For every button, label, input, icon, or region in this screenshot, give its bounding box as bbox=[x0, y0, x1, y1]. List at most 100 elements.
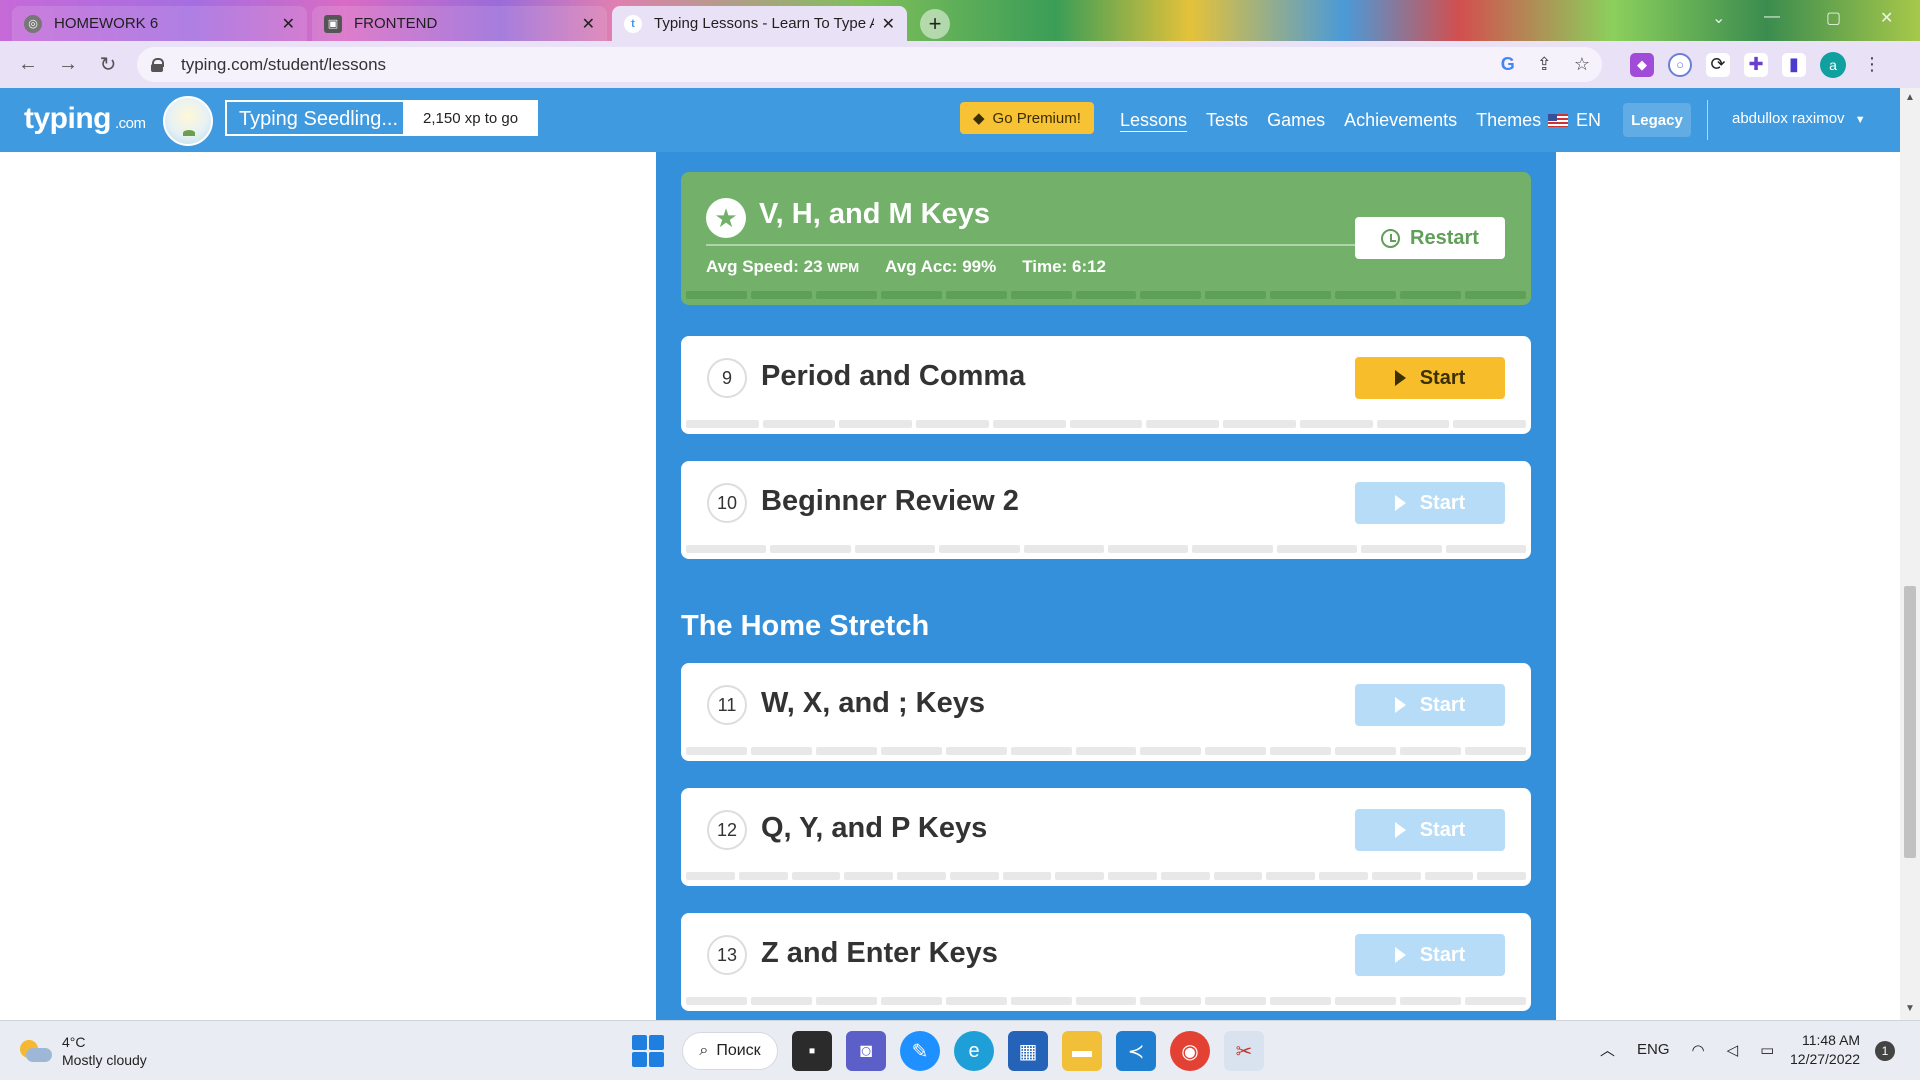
chevron-up-icon[interactable]: ︿ bbox=[1600, 1039, 1615, 1060]
username[interactable]: abdullox raximov bbox=[1732, 110, 1845, 127]
share-icon[interactable]: ⇪ bbox=[1537, 54, 1552, 75]
progress-segment bbox=[1465, 747, 1526, 755]
typing-logo[interactable]: typing .com bbox=[24, 102, 146, 136]
battery-icon[interactable]: ▭ bbox=[1760, 1041, 1774, 1059]
lesson-title[interactable]: V, H, and M Keys bbox=[759, 198, 990, 231]
progress-segment bbox=[762, 420, 836, 428]
progress-segment bbox=[1108, 545, 1189, 553]
lesson-progress bbox=[686, 420, 1527, 428]
user-avatar[interactable] bbox=[163, 96, 213, 146]
progress-segment bbox=[750, 997, 812, 1005]
user-menu[interactable]: abdullox raximov ▼ bbox=[1732, 110, 1866, 127]
teams-chat-icon[interactable]: ◙ bbox=[846, 1031, 886, 1071]
progress-segment bbox=[1075, 747, 1137, 755]
start-button[interactable]: Start bbox=[1355, 934, 1505, 976]
lesson-card-12[interactable]: 12 Q, Y, and P Keys Start bbox=[681, 788, 1531, 886]
microsoft-store-icon[interactable]: ▦ bbox=[1008, 1031, 1048, 1071]
address-bar[interactable]: typing.com/student/lessons G ⇪ ☆ bbox=[137, 47, 1602, 82]
maximize-icon[interactable]: ▢ bbox=[1826, 8, 1841, 28]
logo-suffix[interactable]: .com bbox=[115, 115, 146, 132]
scroll-down-icon[interactable]: ▼ bbox=[1905, 1003, 1915, 1014]
legacy-button[interactable]: Legacy bbox=[1623, 103, 1691, 137]
bookmark-star-icon[interactable]: ☆ bbox=[1574, 54, 1590, 75]
lesson-card-13[interactable]: 13 Z and Enter Keys Start bbox=[681, 913, 1531, 1011]
go-premium-button[interactable]: ◆ Go Premium! bbox=[960, 102, 1094, 134]
menu-kebab-icon[interactable]: ⋮ bbox=[1860, 53, 1884, 77]
start-button[interactable]: Start bbox=[1355, 684, 1505, 726]
extension-icon[interactable]: ◆ bbox=[1630, 52, 1654, 77]
restart-button[interactable]: Restart bbox=[1355, 217, 1505, 259]
nav-tests[interactable]: Tests bbox=[1206, 110, 1248, 131]
vscode-icon[interactable]: ≺ bbox=[1116, 1031, 1156, 1071]
taskbar-search[interactable]: ⌕ Поиск bbox=[682, 1032, 778, 1070]
volume-icon[interactable]: ◁ bbox=[1727, 1041, 1739, 1059]
snipping-tool-icon[interactable]: ✂ bbox=[1224, 1031, 1264, 1071]
nav-achievements[interactable]: Achievements bbox=[1344, 110, 1457, 131]
lesson-number: 9 bbox=[707, 358, 747, 398]
puzzle-icon[interactable]: ✚ bbox=[1744, 52, 1768, 77]
nav-games[interactable]: Games bbox=[1267, 110, 1325, 131]
lesson-title[interactable]: Period and Comma bbox=[761, 360, 1025, 393]
browser-tab-frontend[interactable]: ▣ FRONTEND ✕ bbox=[312, 6, 607, 41]
caret-down-icon[interactable]: ▼ bbox=[1855, 114, 1866, 126]
scroll-thumb[interactable] bbox=[1904, 586, 1916, 858]
nav-themes[interactable]: Themes bbox=[1476, 110, 1541, 131]
close-icon[interactable]: ✕ bbox=[582, 14, 595, 34]
tab-title: HOMEWORK 6 bbox=[54, 15, 159, 32]
notification-badge[interactable]: 1 bbox=[1875, 1041, 1895, 1061]
lesson-title[interactable]: Q, Y, and P Keys bbox=[761, 812, 987, 845]
windows-start-icon[interactable] bbox=[628, 1031, 668, 1071]
system-clock[interactable]: 11:48 AM 12/27/2022 bbox=[1790, 1031, 1860, 1069]
wifi-icon[interactable]: ◠ bbox=[1692, 1041, 1705, 1059]
chevron-down-icon[interactable]: ⌄ bbox=[1712, 8, 1725, 28]
progress-segment bbox=[1075, 291, 1137, 299]
file-explorer-icon[interactable]: ▬ bbox=[1062, 1031, 1102, 1071]
back-icon[interactable]: ← bbox=[8, 53, 48, 76]
weather-widget[interactable]: 4°C Mostly cloudy bbox=[20, 1033, 147, 1069]
url-text[interactable]: typing.com/student/lessons bbox=[181, 55, 386, 75]
lesson-title[interactable]: Beginner Review 2 bbox=[761, 485, 1019, 518]
window-close-icon[interactable]: ✕ bbox=[1880, 8, 1893, 28]
lock-icon[interactable] bbox=[151, 57, 164, 72]
browser-tab-typing[interactable]: t Typing Lessons - Learn To Type A ✕ bbox=[612, 6, 907, 41]
side-panel-icon[interactable]: ▮ bbox=[1782, 52, 1806, 77]
lesson-title[interactable]: Z and Enter Keys bbox=[761, 937, 998, 970]
task-view-icon[interactable]: ▪ bbox=[792, 1031, 832, 1071]
extension-ring-icon[interactable]: ○ bbox=[1668, 52, 1692, 77]
browser-tab-homework[interactable]: ◎ HOMEWORK 6 ✕ bbox=[12, 6, 307, 41]
completed-lesson-card[interactable]: ★ V, H, and M Keys Avg Speed: 23 WPM Avg… bbox=[681, 172, 1531, 305]
start-button[interactable]: Start bbox=[1355, 809, 1505, 851]
forward-icon[interactable]: → bbox=[48, 53, 88, 76]
lesson-number: 11 bbox=[707, 685, 747, 725]
sync-icon[interactable]: ⟳ bbox=[1706, 52, 1730, 77]
keyboard-language[interactable]: ENG bbox=[1637, 1041, 1670, 1058]
lesson-title[interactable]: W, X, and ; Keys bbox=[761, 687, 985, 720]
start-button[interactable]: Start bbox=[1355, 357, 1505, 399]
lesson-card-9[interactable]: 9 Period and Comma Start bbox=[681, 336, 1531, 434]
lesson-card-11[interactable]: 11 W, X, and ; Keys Start bbox=[681, 663, 1531, 761]
close-icon[interactable]: ✕ bbox=[882, 14, 895, 34]
minimize-icon[interactable]: — bbox=[1764, 8, 1780, 26]
language-selector[interactable]: EN bbox=[1548, 110, 1601, 131]
reload-icon[interactable]: ↻ bbox=[88, 52, 128, 77]
progress-segment bbox=[1270, 997, 1332, 1005]
chrome-icon[interactable]: ◉ bbox=[1170, 1031, 1210, 1071]
edge-browser-icon[interactable]: e bbox=[954, 1031, 994, 1071]
progress-segment bbox=[897, 872, 946, 880]
clock-date: 12/27/2022 bbox=[1790, 1051, 1861, 1067]
nav-lessons[interactable]: Lessons bbox=[1120, 110, 1187, 131]
page-scrollbar[interactable]: ▲ ▼ bbox=[1900, 88, 1920, 1020]
typing-favicon-icon: t bbox=[624, 14, 642, 33]
profile-avatar[interactable]: a bbox=[1820, 51, 1846, 78]
start-button[interactable]: Start bbox=[1355, 482, 1505, 524]
scroll-up-icon[interactable]: ▲ bbox=[1905, 92, 1915, 103]
close-icon[interactable]: ✕ bbox=[282, 14, 295, 34]
level-progress-bar[interactable]: Typing Seedling... 2,150 xp to go bbox=[225, 100, 538, 136]
lesson-card-10[interactable]: 10 Beginner Review 2 Start bbox=[681, 461, 1531, 559]
weather-app-icon[interactable]: ✎ bbox=[900, 1031, 940, 1071]
browser-toolbar: ← → ↻ typing.com/student/lessons G ⇪ ☆ ◆… bbox=[0, 41, 1920, 88]
google-icon[interactable]: G bbox=[1501, 54, 1515, 75]
logo-text[interactable]: typing bbox=[24, 102, 112, 135]
new-tab-button[interactable]: + bbox=[920, 9, 950, 39]
temperature: 4°C bbox=[62, 1034, 86, 1050]
